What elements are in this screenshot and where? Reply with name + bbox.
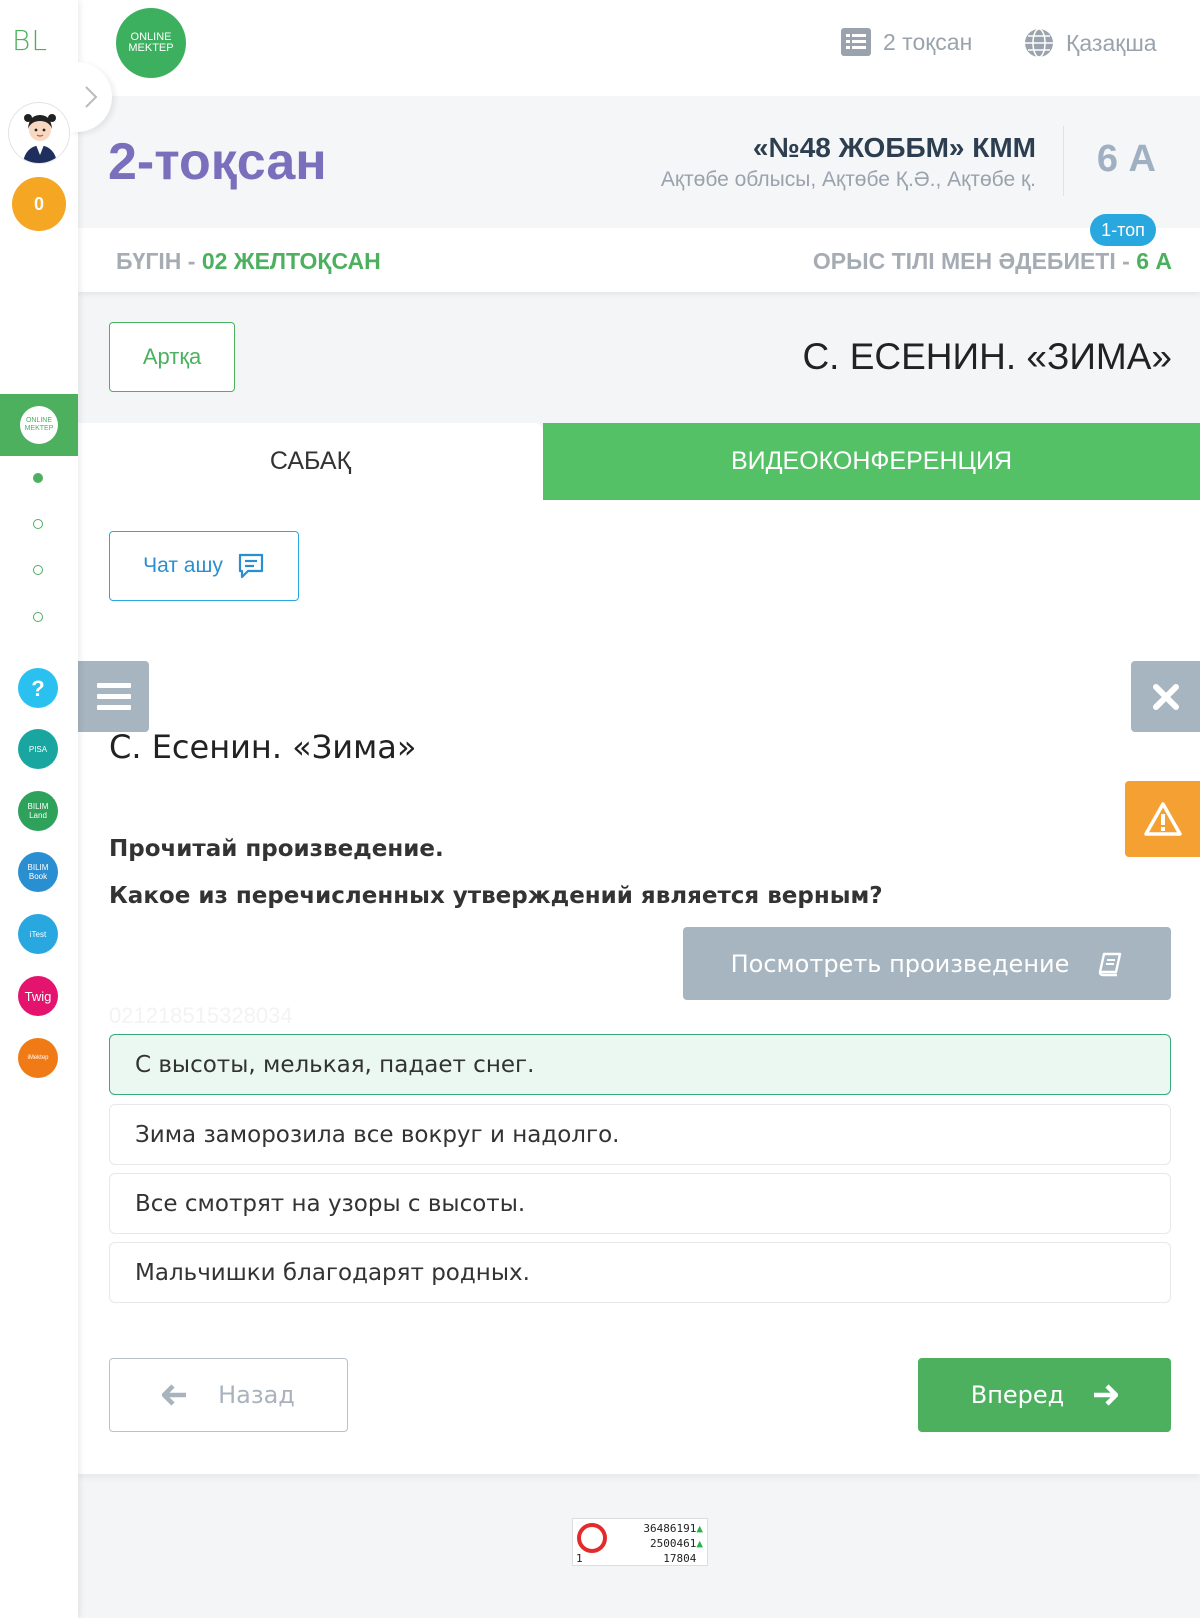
tab-lesson[interactable]: САБАҚ xyxy=(78,423,543,500)
top-bar: ONLINE MEKTEP 2 тоқсан Қазақша xyxy=(78,0,1200,96)
online-mektep-logo[interactable]: ONLINE MEKTEP xyxy=(116,8,186,78)
task-question: Какое из перечисленных утверждений являе… xyxy=(109,883,883,909)
view-work-label: Посмотреть произведение xyxy=(730,949,1070,978)
next-button[interactable]: Вперед xyxy=(918,1358,1171,1432)
today-value: 02 ЖЕЛТОҚСАН xyxy=(201,248,381,274)
itest-icon[interactable]: iTest xyxy=(18,914,58,954)
chevron-right-icon xyxy=(85,86,98,108)
open-chat-button[interactable]: Чат ашу xyxy=(109,531,299,601)
open-chat-label: Чат ашу xyxy=(143,554,223,577)
answer-option[interactable]: Мальчишки благодарят родных. xyxy=(109,1242,1171,1303)
counter-line: 2500461▲ xyxy=(650,1537,703,1550)
subject-class: 6 А xyxy=(1136,248,1172,274)
task-title: С. Есенин. «Зима» xyxy=(109,728,417,766)
globe-icon xyxy=(1025,28,1053,58)
bilimbook-icon[interactable]: BILIM Book xyxy=(18,852,58,892)
book-icon xyxy=(1099,952,1122,976)
avatar[interactable] xyxy=(8,102,70,164)
today-date: БҮГІН - 02 ЖЕЛТОҚСАН xyxy=(116,248,381,275)
online-mektep-mini-logo: ONLINE MEKTEP xyxy=(20,406,58,444)
subject-prefix: ОРЫС ТІЛІ МЕН ӘДЕБИЕТІ - xyxy=(812,248,1137,274)
language-link-label: Қазақша xyxy=(1066,29,1157,56)
bl-logo[interactable]: BL xyxy=(12,26,66,56)
counter-position: 1 xyxy=(576,1552,583,1565)
group-badge: 1-топ xyxy=(1090,214,1156,246)
class-label: 6 А xyxy=(1096,138,1156,180)
previous-button[interactable]: Назад xyxy=(109,1358,348,1432)
sidebar-item-online-mektep[interactable]: ONLINE MEKTEP xyxy=(0,394,78,456)
nav-dot[interactable] xyxy=(33,519,43,529)
hamburger-icon-bar xyxy=(96,683,131,688)
nav-dot-active[interactable] xyxy=(33,473,43,483)
avatar-icon xyxy=(10,104,69,163)
view-work-button[interactable]: Посмотреть произведение xyxy=(683,927,1171,1000)
pisa-icon[interactable]: PISA xyxy=(18,729,58,769)
answer-option[interactable]: Все смотрят на узоры с высоты. xyxy=(109,1173,1171,1234)
report-problem-button[interactable] xyxy=(1125,781,1200,857)
bilimland-icon[interactable]: BILIM Land xyxy=(18,791,58,831)
counter-value: 2500461 xyxy=(650,1537,697,1550)
answer-option[interactable]: Зима заморозила все вокруг и надолго. xyxy=(109,1104,1171,1165)
chat-icon xyxy=(238,553,263,579)
list-icon xyxy=(841,28,871,56)
close-icon xyxy=(1152,683,1179,710)
menu-button[interactable] xyxy=(78,661,149,732)
hamburger-icon-bar xyxy=(96,705,131,710)
watermark-code: 021218515328034 xyxy=(109,1003,293,1028)
hamburger-icon-bar xyxy=(96,694,131,699)
up-arrow-icon: ▲ xyxy=(696,1537,703,1550)
counter-logo-icon xyxy=(577,1523,607,1553)
date-bar: БҮГІН - 02 ЖЕЛТОҚСАН ОРЫС ТІЛІ МЕН ӘДЕБИ… xyxy=(78,228,1200,292)
school-address: Ақтөбе облысы, Ақтөбе Қ.Ә., Ақтөбе қ. xyxy=(660,168,1036,191)
school-name: «№48 ЖОББМ» КММ xyxy=(752,132,1036,163)
help-icon[interactable]: ? xyxy=(18,668,58,708)
counter-value: 36486191 xyxy=(643,1522,697,1535)
subject-label: ОРЫС ТІЛІ МЕН ӘДЕБИЕТІ - 6 А xyxy=(813,248,1172,275)
lesson-title: С. ЕСЕНИН. «ЗИМА» xyxy=(802,336,1172,377)
arrow-right-icon xyxy=(1094,1384,1119,1406)
counter-value: 17804 xyxy=(663,1552,697,1565)
language-link[interactable]: Қазақша xyxy=(1024,28,1157,58)
counter-line: 17804▲ xyxy=(663,1552,703,1565)
visitor-counter[interactable]: 36486191▲ 2500461▲ 17804▲ 1 xyxy=(572,1518,708,1566)
answer-option[interactable]: С высоты, мелькая, падает снег. xyxy=(109,1034,1171,1095)
back-button[interactable]: Артқа xyxy=(109,322,235,392)
next-label: Вперед xyxy=(970,1381,1065,1409)
tab-videoconference[interactable]: ВИДЕОКОНФЕРЕНЦИЯ xyxy=(543,423,1200,500)
warning-icon xyxy=(1143,802,1182,836)
twig-icon[interactable]: Twig xyxy=(18,976,58,1016)
nav-dot[interactable] xyxy=(33,565,43,575)
counter-line: 36486191▲ xyxy=(643,1522,703,1535)
task-instruction: Прочитай произведение. xyxy=(109,836,444,862)
close-button[interactable] xyxy=(1131,661,1200,732)
imektep-icon[interactable]: iMektep xyxy=(18,1038,58,1078)
arrow-left-icon xyxy=(162,1384,187,1406)
quarter-link-label: 2 тоқсан xyxy=(883,28,973,55)
header-divider xyxy=(1063,126,1064,196)
header-band: 2-тоқсан «№48 ЖОББМ» КММ Ақтөбе облысы, … xyxy=(78,96,1200,246)
up-arrow-icon: ▲ xyxy=(696,1522,703,1535)
previous-label: Назад xyxy=(218,1381,295,1409)
coin-counter[interactable]: 0 xyxy=(12,177,66,231)
left-sidebar: BL 0 ONLINE MEKTEP ? PISA BILIM Land BIL… xyxy=(0,0,78,1618)
quarter-link[interactable]: 2 тоқсан xyxy=(841,28,972,56)
page-title: 2-тоқсан xyxy=(108,133,327,191)
today-prefix: БҮГІН - xyxy=(116,248,202,274)
nav-dot[interactable] xyxy=(33,612,43,622)
